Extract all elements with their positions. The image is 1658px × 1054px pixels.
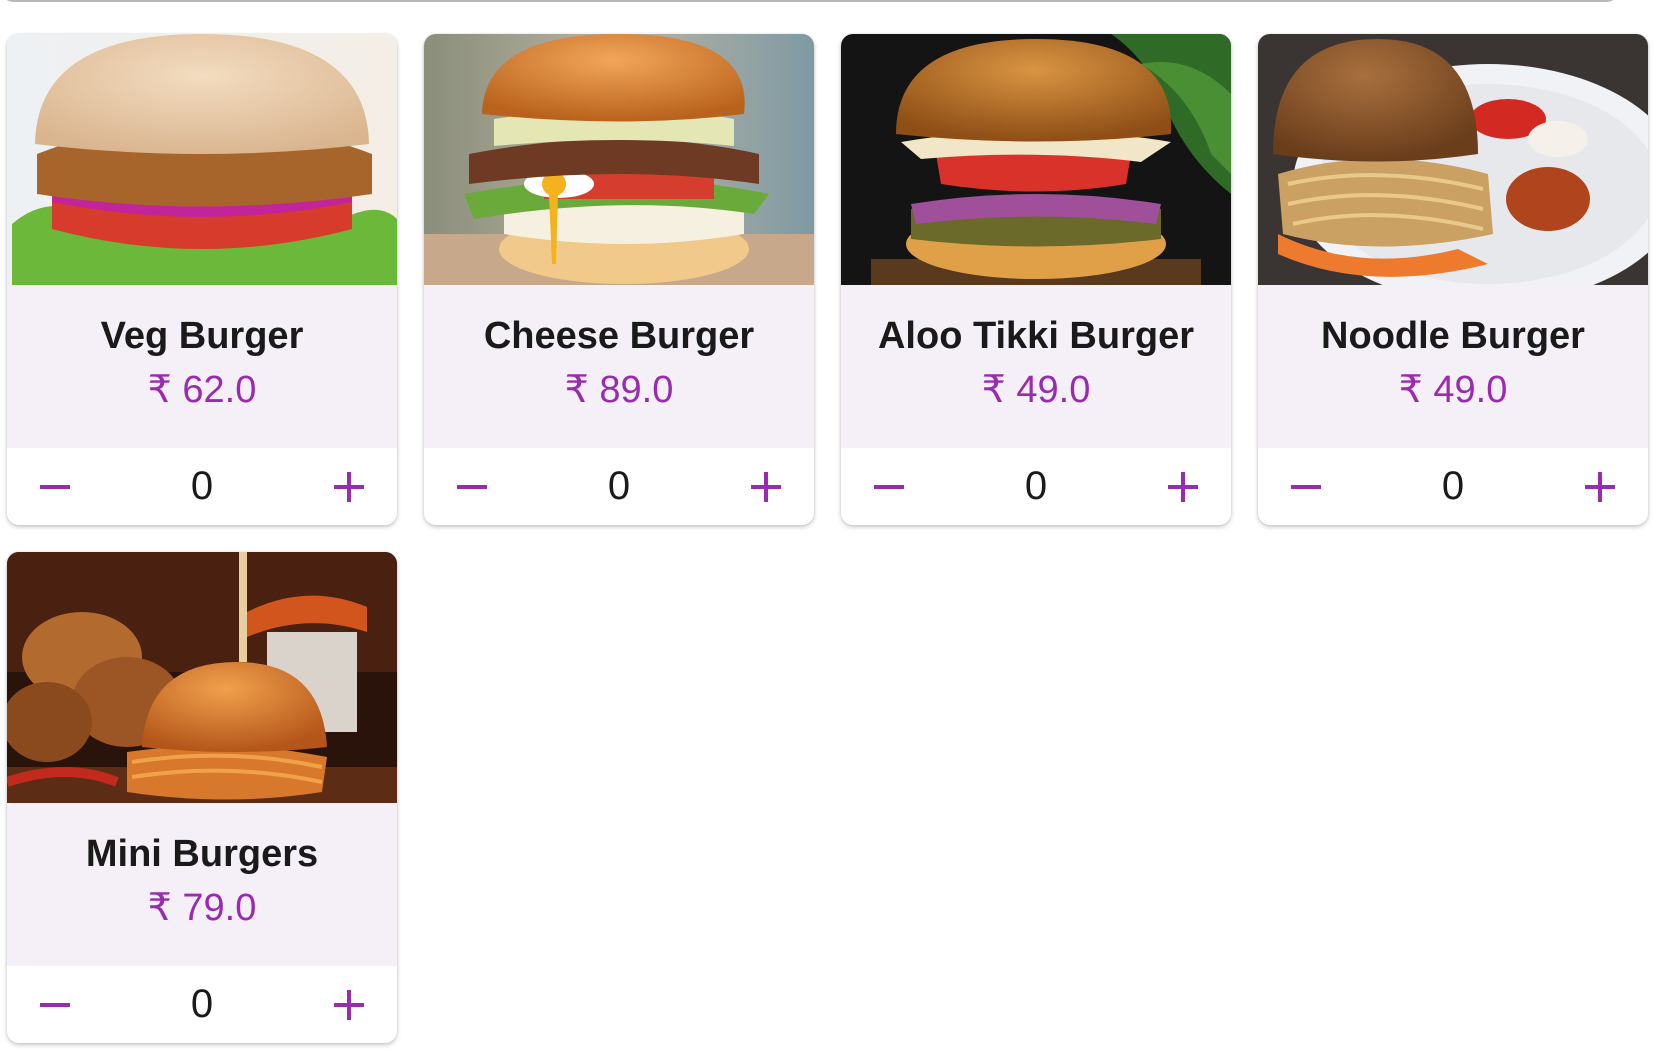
product-grid: Veg Burger ₹ 62.0 0 Cheese Burger ₹ 89.0…	[7, 34, 1657, 1043]
product-card: Aloo Tikki Burger ₹ 49.0 0	[841, 34, 1231, 525]
product-price: ₹ 62.0	[147, 368, 257, 411]
product-card: Noodle Burger ₹ 49.0 0	[1258, 34, 1648, 525]
product-card: Cheese Burger ₹ 89.0 0	[424, 34, 814, 525]
quantity-value: 0	[1441, 464, 1465, 508]
plus-icon	[334, 989, 364, 1020]
product-name: Aloo Tikki Burger	[877, 314, 1195, 357]
decrement-button[interactable]	[861, 459, 917, 515]
veg-burger-photo	[7, 34, 397, 285]
product-info: Cheese Burger ₹ 89.0	[424, 285, 814, 448]
cheese-burger-photo	[424, 34, 814, 285]
quantity-stepper: 0	[7, 966, 397, 1043]
minus-icon	[40, 484, 70, 489]
minus-icon	[457, 484, 487, 489]
product-price: ₹ 79.0	[147, 886, 257, 929]
decrement-button[interactable]	[27, 459, 83, 515]
quantity-value: 0	[607, 464, 631, 508]
plus-icon	[1585, 471, 1615, 502]
minus-icon	[1291, 484, 1321, 489]
product-info: Aloo Tikki Burger ₹ 49.0	[841, 285, 1231, 448]
decrement-button[interactable]	[444, 459, 500, 515]
minus-icon	[874, 484, 904, 489]
product-name: Mini Burgers	[85, 832, 319, 875]
quantity-stepper: 0	[424, 448, 814, 525]
product-name: Cheese Burger	[483, 314, 755, 357]
quantity-value: 0	[1024, 464, 1048, 508]
increment-button[interactable]	[1155, 459, 1211, 515]
decrement-button[interactable]	[1278, 459, 1334, 515]
quantity-value: 0	[190, 982, 214, 1026]
minus-icon	[40, 1002, 70, 1007]
decrement-button[interactable]	[27, 977, 83, 1033]
increment-button[interactable]	[321, 459, 377, 515]
product-name: Veg Burger	[100, 314, 304, 357]
product-info: Noodle Burger ₹ 49.0	[1258, 285, 1648, 448]
quantity-stepper: 0	[7, 448, 397, 525]
quantity-stepper: 0	[1258, 448, 1648, 525]
plus-icon	[1168, 471, 1198, 502]
quantity-stepper: 0	[841, 448, 1231, 525]
plus-icon	[751, 471, 781, 502]
product-price: ₹ 89.0	[564, 368, 674, 411]
product-price: ₹ 49.0	[981, 368, 1091, 411]
product-info: Mini Burgers ₹ 79.0	[7, 803, 397, 966]
increment-button[interactable]	[1572, 459, 1628, 515]
increment-button[interactable]	[321, 977, 377, 1033]
quantity-value: 0	[190, 464, 214, 508]
product-info: Veg Burger ₹ 62.0	[7, 285, 397, 448]
product-card: Mini Burgers ₹ 79.0 0	[7, 552, 397, 1043]
increment-button[interactable]	[738, 459, 794, 515]
product-card: Veg Burger ₹ 62.0 0	[7, 34, 397, 525]
product-price: ₹ 49.0	[1398, 368, 1508, 411]
noodle-burger-photo	[1258, 34, 1648, 285]
search-bar-edge	[0, 0, 1620, 2]
mini-burgers-photo	[7, 552, 397, 803]
aloo-tikki-burger-photo	[841, 34, 1231, 285]
plus-icon	[334, 471, 364, 502]
product-name: Noodle Burger	[1321, 314, 1585, 357]
